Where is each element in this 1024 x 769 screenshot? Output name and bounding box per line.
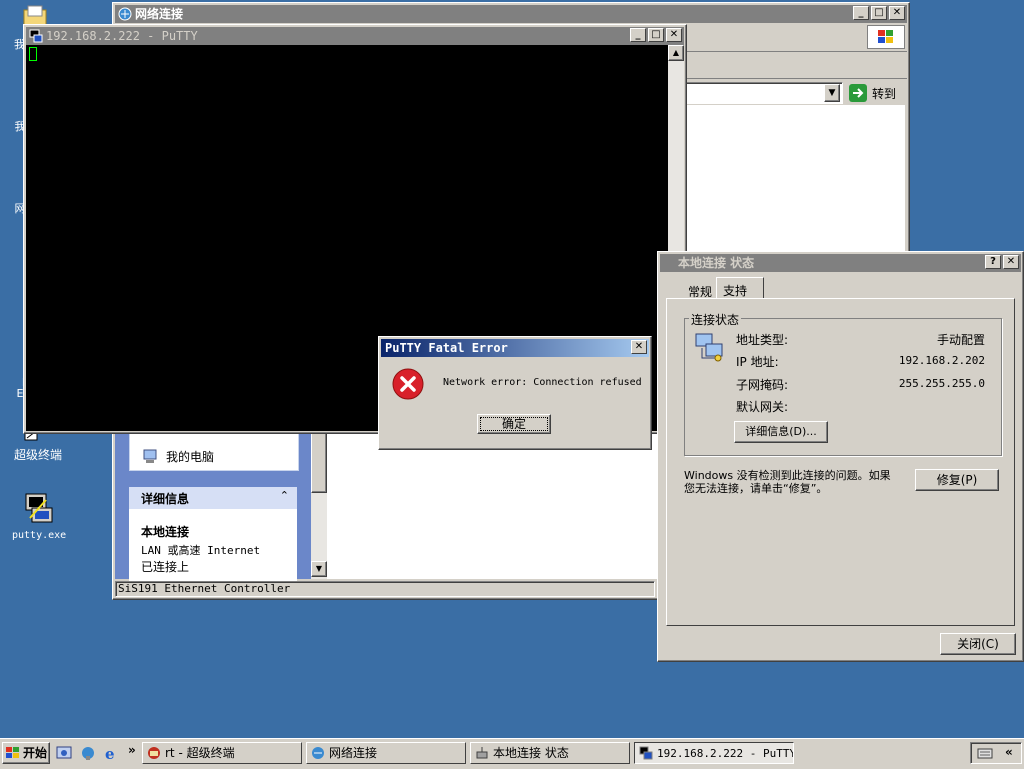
row-label: 子网掩码: [736, 378, 789, 392]
taskbar-item-label: 本地连接 状态 [493, 746, 569, 760]
error-message: Network error: Connection refused [443, 377, 642, 388]
hyperterminal-icon [148, 747, 160, 759]
taskbar-item-label: rt - 超级终端 [165, 746, 235, 760]
go-arrow-icon [849, 84, 867, 102]
quick-launch: e » [54, 742, 138, 764]
details-header-label: 详细信息 [141, 492, 190, 506]
taskbar-putty[interactable]: 192.168.2.222 - PuTTY [634, 742, 794, 764]
row-value: 手动配置 [936, 333, 985, 347]
tray-chevron[interactable]: « [1005, 745, 1013, 759]
show-desktop-icon[interactable] [56, 745, 72, 761]
group-label: 连接状态 [689, 311, 742, 328]
sidebar-link-my-computer[interactable]: 我的电脑 [166, 448, 214, 465]
hint-line: 您无法连接，请单击“修复”。 [684, 482, 828, 495]
go-label: 转到 [872, 87, 897, 101]
hint-text: Windows 没有检测到此连接的问题。如果 您无法连接，请单击“修复”。 [684, 469, 914, 495]
connection-status: 已连接上 [141, 560, 190, 574]
desktop-icon-label: putty.exe [12, 530, 67, 541]
desktop-icon-putty[interactable]: putty.exe [8, 492, 70, 546]
windows-flag-icon [878, 30, 893, 43]
window-title: PuTTY Fatal Error [385, 341, 508, 355]
details-panel-header[interactable]: 详细信息 ⌃ [129, 487, 297, 509]
my-computer-icon [143, 449, 157, 463]
start-label: 开始 [23, 746, 48, 760]
quick-launch-chevron[interactable]: » [128, 743, 136, 757]
putty-icon [29, 29, 43, 43]
ie-icon[interactable]: e [104, 745, 120, 761]
connection-type: LAN 或高速 Internet [141, 544, 261, 557]
taskbar-item-label: 192.168.2.222 - PuTTY [657, 747, 794, 760]
connection-icon [476, 747, 488, 759]
row-value: 192.168.2.202 [898, 354, 985, 367]
maximize-button[interactable]: □ [648, 28, 664, 42]
row-label: 默认网关: [736, 400, 789, 414]
row-label: IP 地址: [736, 355, 779, 369]
desktop-icon-label: 超级终端 [14, 448, 63, 462]
ok-button[interactable]: 确定 [477, 414, 551, 434]
terminal-cursor [29, 47, 37, 61]
details-panel-body: 本地连接 LAN 或高速 Internet 已连接上 [129, 509, 297, 581]
address-dropdown-button[interactable]: ▼ [824, 84, 840, 102]
taskbar-item-label: 网络连接 [329, 746, 378, 760]
scroll-down-button[interactable]: ▼ [311, 561, 327, 577]
start-button[interactable]: 开始 [2, 742, 50, 764]
hint-line: Windows 没有检测到此连接的问题。如果 [684, 469, 891, 482]
keyboard-icon[interactable] [977, 746, 993, 760]
minimize-button[interactable]: _ [853, 6, 869, 20]
tab-label: 支持 [723, 284, 748, 298]
title-bar[interactable]: 本地连接 状态 [660, 254, 1021, 272]
taskbar-local-connection-status[interactable]: 本地连接 状态 [470, 742, 630, 764]
close-dialog-button[interactable]: 关闭(C) [940, 633, 1016, 655]
windows-flag-icon [6, 747, 19, 758]
svg-text:e: e [105, 745, 115, 761]
network-icon [118, 7, 132, 21]
error-icon [392, 368, 424, 400]
row-label: 地址类型: [736, 333, 789, 347]
title-bar[interactable]: PuTTY Fatal Error [381, 339, 649, 357]
network-icon [312, 747, 324, 759]
title-bar[interactable]: 192.168.2.222 - PuTTY [26, 27, 684, 45]
network-icon[interactable] [80, 745, 96, 761]
close-button[interactable]: ✕ [1003, 255, 1019, 269]
help-button[interactable]: ? [985, 255, 1001, 269]
close-button[interactable]: ✕ [666, 28, 682, 42]
network-connection-icon [695, 333, 723, 362]
close-button[interactable]: ✕ [631, 340, 647, 354]
status-bar: SiS191 Ethernet Controller [115, 581, 655, 597]
tab-general[interactable]: 常规 [674, 280, 716, 299]
system-tray: « [970, 742, 1022, 764]
connection-name: 本地连接 [141, 525, 190, 539]
tab-support[interactable]: 支持 [716, 277, 764, 299]
close-button[interactable]: ✕ [889, 6, 905, 20]
title-bar[interactable]: 网络连接 [115, 5, 907, 23]
go-button[interactable]: 转到 [849, 83, 903, 103]
maximize-button[interactable]: □ [871, 6, 887, 20]
minimize-button[interactable]: _ [630, 28, 646, 42]
windows-logo [867, 25, 905, 49]
address-input[interactable] [685, 82, 843, 104]
scroll-up-button[interactable]: ▲ [668, 45, 684, 61]
window-title: 192.168.2.222 - PuTTY [46, 29, 198, 43]
chevron-up-icon[interactable]: ⌃ [280, 489, 289, 502]
fatal-error-dialog: PuTTY Fatal Error ✕ Network error: Conne… [378, 336, 652, 450]
row-value: 255.255.255.0 [898, 377, 985, 390]
connection-status-dialog: 本地连接 状态 ? ✕ 常规 支持 连接状态 地址类型: 手动配置 IP 地址:… [657, 251, 1024, 662]
window-title: 网络连接 [135, 7, 184, 21]
window-title: 本地连接 状态 [678, 256, 755, 270]
repair-button[interactable]: 修复(P) [915, 469, 999, 491]
status-text: SiS191 Ethernet Controller [118, 582, 291, 595]
putty-icon [639, 746, 653, 760]
putty-icon [25, 493, 53, 523]
details-button[interactable]: 详细信息(D)... [734, 421, 828, 443]
taskbar-network-connections[interactable]: 网络连接 [306, 742, 466, 764]
taskbar-hyperterminal[interactable]: rt - 超级终端 [142, 742, 302, 764]
